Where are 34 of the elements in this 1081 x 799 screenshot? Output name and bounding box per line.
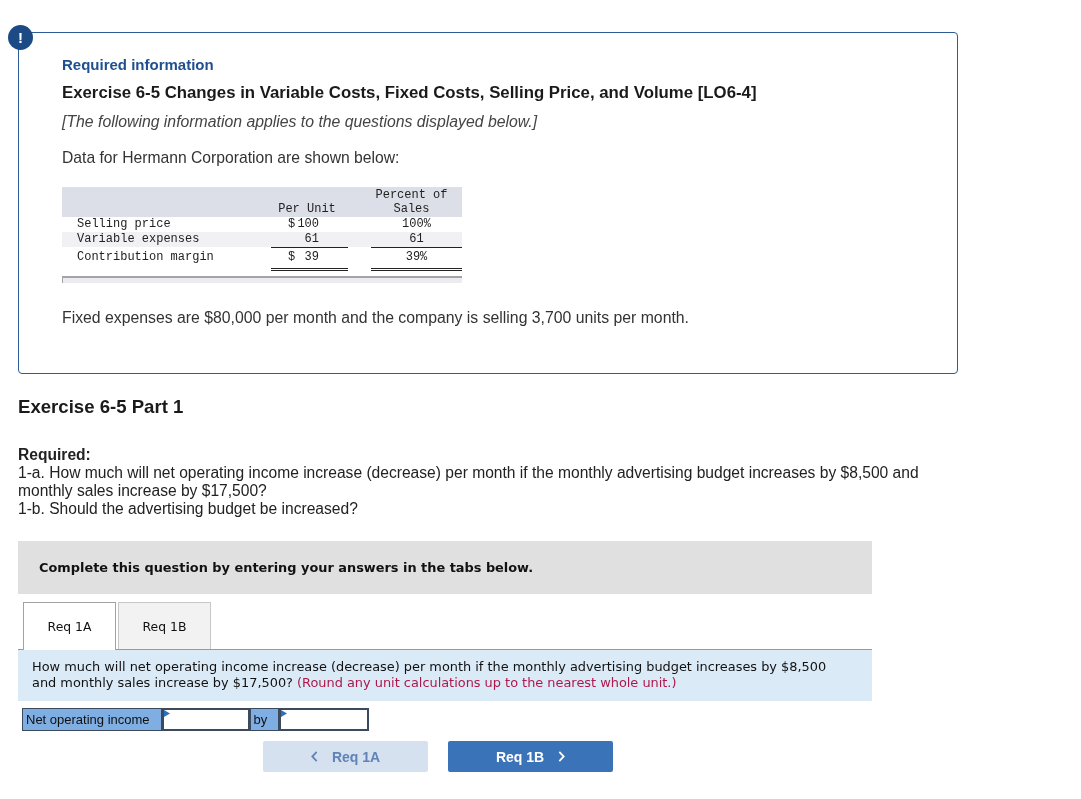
requirement-text: 1-b. Should the advertising budget be increased?: [18, 500, 359, 518]
tab[interactable]: Req 1B: [118, 602, 211, 649]
instruction-text: Complete this question by entering your answers in the tabs below.: [39, 560, 534, 575]
table-cell: 39%: [371, 247, 462, 271]
tab[interactable]: Req 1A: [23, 602, 116, 650]
row-label: Contribution margin: [76, 249, 215, 266]
row-label: Selling price: [76, 217, 172, 232]
chevron-right-icon: [558, 751, 566, 762]
alert-badge: !: [8, 25, 33, 50]
required-heading: Required:: [18, 446, 91, 464]
column-header: Per Unit: [277, 202, 337, 217]
requirement-text: 1-a. How much will net operating income increase (decrease) per month if the monthly advertising budget increases by $8,500 and monthly sales increase by $17,500?: [18, 464, 920, 500]
intro-text: Data for Hermann Corporation are shown below:: [62, 149, 400, 167]
exercise-title: Exercise 6-5 Changes in Variable Costs, Fixed Costs, Selling Price, and Volume [LO6-4]: [62, 83, 757, 103]
section-heading: Required information: [62, 56, 214, 74]
corner-marker-icon: [281, 710, 288, 717]
answer-field[interactable]: [279, 708, 370, 731]
answer-label: Net operating income: [22, 708, 162, 731]
answer-label: by: [249, 708, 280, 731]
table-cell: 61: [271, 232, 348, 248]
fixed-expenses-text: Fixed expenses are $80,000 per month and the company is selling 3,700 units per month.: [62, 309, 689, 327]
nav-button[interactable]: Req 1B: [448, 741, 613, 772]
chevron-left-icon: [310, 751, 318, 762]
info-note: [The following information applies to the questions displayed below.]: [62, 113, 538, 131]
column-header: Percent of Sales: [374, 188, 449, 217]
question-text: How much will net operating income increase (decrease) per month if the monthly advertising budget increases by $8,500 and monthly sales increase by $17,500? (Round any unit calculations up to the nearest whole unit.): [32, 659, 828, 691]
answer-field[interactable]: [161, 708, 250, 731]
table-cell: 61: [371, 232, 462, 248]
corner-marker-icon: [163, 710, 170, 717]
table-cell: $ 39: [271, 247, 348, 271]
table-cell-text: 100%: [401, 217, 432, 232]
table-cell-text: $ 100: [287, 217, 320, 232]
row-label: Variable expenses: [76, 232, 201, 247]
part-title: Exercise 6-5 Part 1: [18, 396, 184, 418]
